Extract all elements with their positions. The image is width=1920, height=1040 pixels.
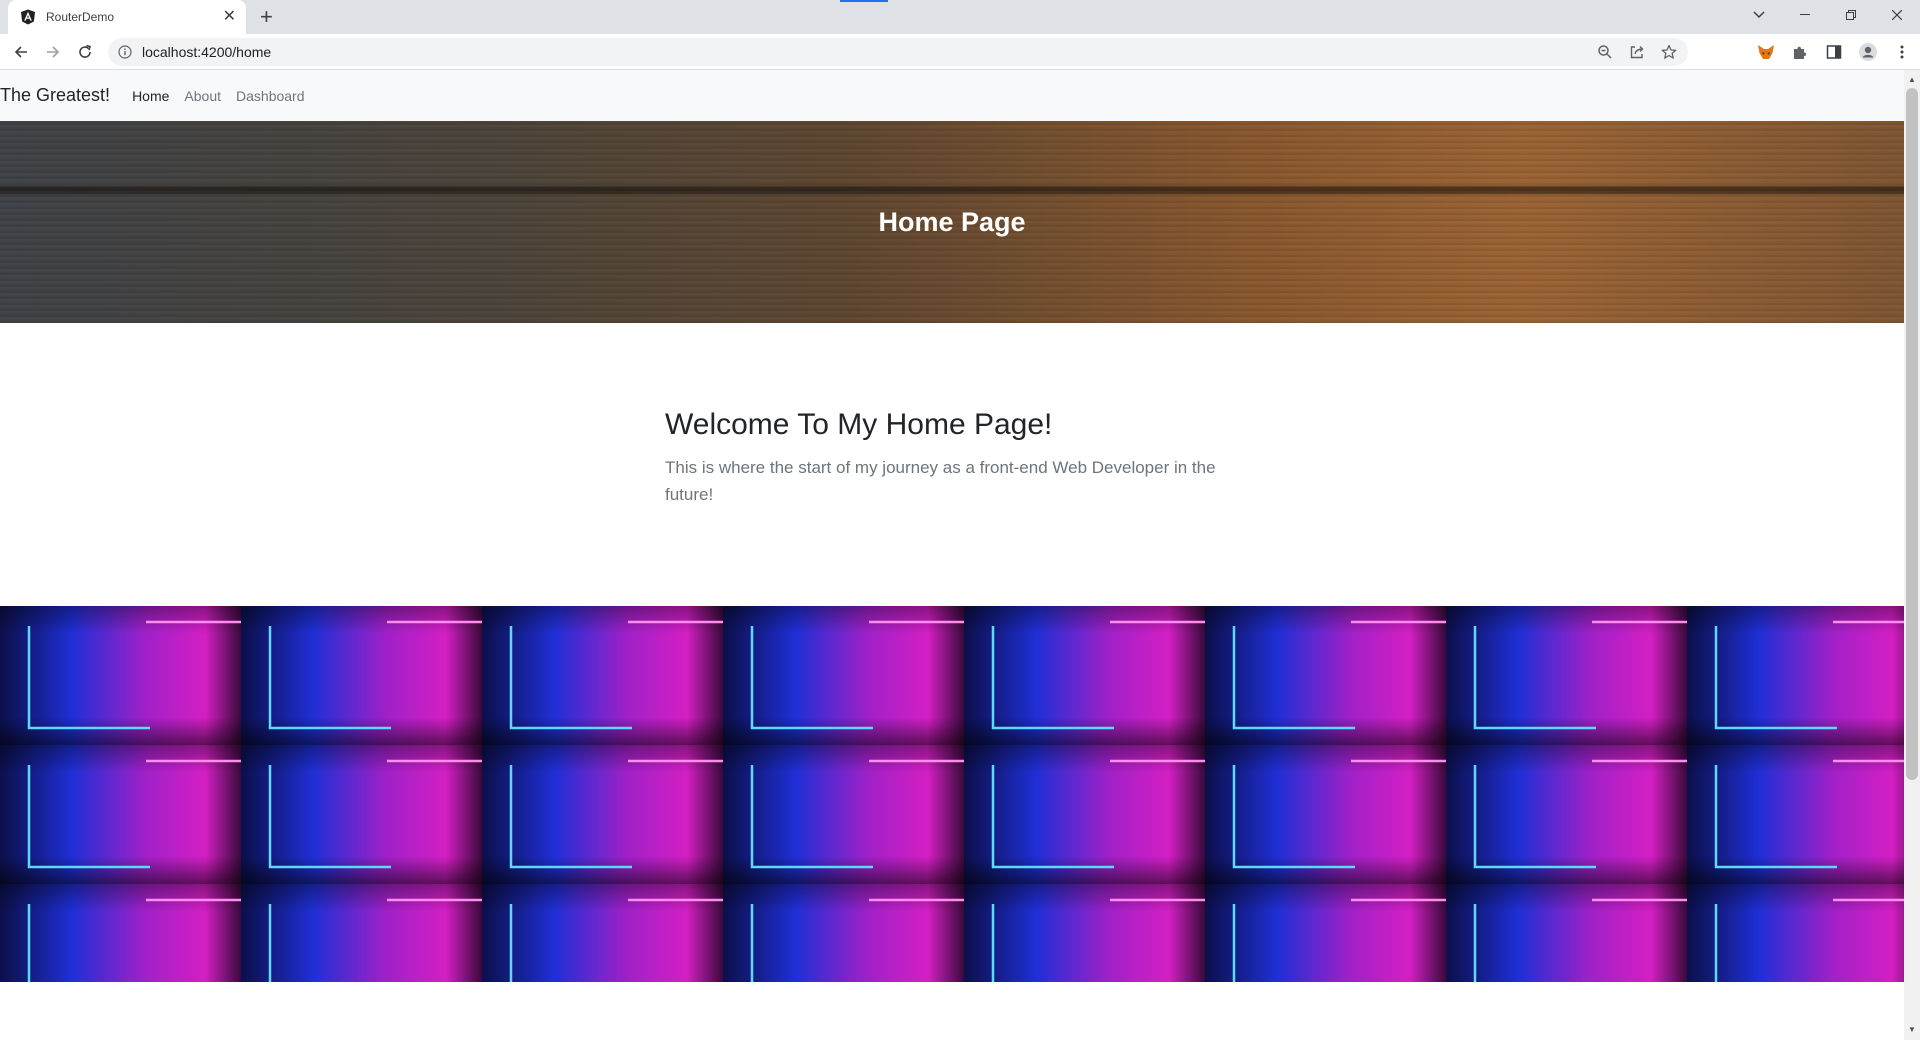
welcome-heading: Welcome To My Home Page! — [665, 408, 1053, 441]
tab-activity-indicator — [840, 0, 888, 2]
share-icon[interactable] — [1628, 43, 1646, 61]
info-icon[interactable] — [118, 45, 132, 59]
address-bar[interactable]: localhost:4200/home — [108, 38, 1688, 66]
site-navbar: The Greatest! Home About Dashboard — [0, 70, 1904, 121]
window-controls — [1736, 0, 1920, 30]
side-panel-icon[interactable] — [1824, 41, 1844, 63]
welcome-lead-text: This is where the start of my journey as… — [665, 458, 1216, 504]
kebab-menu-icon[interactable] — [1892, 41, 1912, 63]
browser-tab[interactable]: RouterDemo ✕ — [8, 0, 246, 34]
browser-toolbar: localhost:4200/home — [0, 34, 1920, 70]
nav-link-about[interactable]: About — [184, 88, 221, 104]
minimize-icon[interactable] — [1782, 0, 1828, 30]
star-icon[interactable] — [1660, 43, 1678, 61]
hero-title: Home Page — [878, 206, 1026, 237]
page-viewport: The Greatest! Home About Dashboard Home … — [0, 70, 1904, 1040]
nav-link-home[interactable]: Home — [132, 88, 169, 104]
scroll-up-icon[interactable]: ▲ — [1904, 72, 1920, 86]
zoom-icon[interactable] — [1596, 43, 1614, 61]
angular-icon — [21, 9, 35, 25]
scroll-down-icon[interactable]: ▼ — [1904, 1022, 1920, 1036]
puzzle-icon[interactable] — [1790, 41, 1810, 63]
tab-title: RouterDemo — [46, 10, 115, 24]
close-icon[interactable] — [1874, 0, 1920, 30]
plus-icon[interactable]: + — [260, 4, 273, 30]
restore-icon[interactable] — [1828, 0, 1874, 30]
scrollbar-thumb[interactable] — [1906, 88, 1918, 780]
close-icon[interactable]: ✕ — [223, 9, 236, 25]
page-scrollbar[interactable]: ▲ ▼ — [1904, 70, 1920, 1040]
arrow-left-icon[interactable] — [10, 41, 32, 63]
profile-icon[interactable] — [1858, 41, 1878, 63]
browser-tabstrip: RouterDemo ✕ + — [0, 0, 1920, 34]
hero-banner-wood: Home Page — [0, 121, 1904, 323]
fox-extension-icon[interactable] — [1756, 41, 1776, 63]
nav-link-dashboard[interactable]: Dashboard — [236, 88, 305, 104]
navbar-brand[interactable]: The Greatest! — [0, 85, 110, 106]
reload-icon[interactable] — [74, 41, 96, 63]
url-text[interactable]: localhost:4200/home — [142, 44, 271, 60]
arrow-right-icon[interactable] — [42, 41, 64, 63]
neon-background-image — [0, 606, 1904, 982]
chevron-down-icon[interactable] — [1736, 0, 1782, 30]
